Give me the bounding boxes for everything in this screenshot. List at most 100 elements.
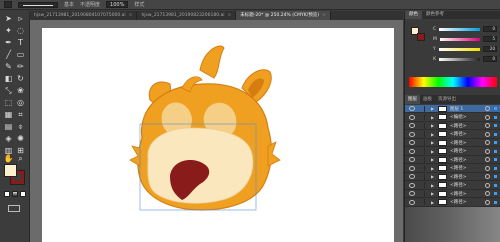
eye-icon[interactable] [409,140,415,145]
target-icon[interactable] [485,174,490,179]
free-transform-icon[interactable]: ⬚ [3,97,14,108]
target-icon[interactable] [485,191,490,196]
document-tab[interactable]: hjsw_21713981_20190804107075000.ai × [30,11,138,20]
target-icon[interactable] [485,148,490,154]
lock-toggle[interactable] [417,105,425,112]
layer-row[interactable]: ▶ <路径> [405,139,500,147]
color-spectrum-bar[interactable] [409,77,497,87]
hand-icon[interactable]: ✋ [3,153,14,163]
eye-icon[interactable] [409,174,415,179]
color-mode-icon[interactable] [4,191,10,197]
screen-mode-icon[interactable] [8,205,20,212]
warp-icon[interactable]: ❀ [15,85,26,96]
eye-icon[interactable] [409,199,415,205]
eye-icon[interactable] [409,114,415,120]
expand-triangle-icon[interactable]: ▶ [431,200,436,205]
expand-triangle-icon[interactable]: ▶ [431,174,436,179]
layer-row[interactable]: ▶ <路径> [405,148,500,156]
magic-wand-icon[interactable]: ✦ [3,25,14,36]
type-icon[interactable]: T [15,37,26,48]
close-icon[interactable]: × [322,13,326,18]
eye-icon[interactable] [409,165,415,171]
selection-indicator[interactable] [494,192,497,195]
layer-row[interactable]: ▶ <路径> [405,182,500,190]
expand-triangle-icon[interactable]: ▶ [431,106,436,111]
expand-triangle-icon[interactable]: ▶ [431,183,436,188]
squirrel-head-artwork[interactable] [42,28,394,242]
eyedropper-icon[interactable]: ⌽ [15,121,26,132]
direct-selection-icon[interactable]: ▹ [15,13,26,24]
m-value-field[interactable]: 5 [483,36,497,42]
eye-icon[interactable] [409,148,415,154]
rotate-icon[interactable]: ↻ [15,73,26,84]
close-icon[interactable]: × [228,13,232,18]
mesh-icon[interactable]: ⌗ [15,109,26,120]
eye-icon[interactable] [409,131,415,137]
lock-toggle[interactable] [417,190,425,197]
close-icon[interactable]: × [129,13,133,18]
style-field[interactable]: 样式 [134,1,144,8]
k-slider[interactable] [438,57,481,61]
lock-toggle[interactable] [417,131,425,137]
eye-icon[interactable] [409,191,415,196]
perspective-icon[interactable]: ▦ [3,109,14,120]
lock-toggle[interactable] [417,148,425,154]
opacity-field[interactable]: 100% [106,1,129,8]
zoom-icon[interactable]: ⌕ [15,153,26,163]
paintbrush-icon[interactable]: ✎ [3,61,14,72]
expand-triangle-icon[interactable]: ▶ [431,140,436,145]
target-icon[interactable] [485,106,490,111]
expand-triangle-icon[interactable]: ▶ [431,191,436,196]
layer-row[interactable]: ▶ <路径> [405,156,500,164]
blend-icon[interactable]: ◈ [3,133,14,144]
selection-indicator[interactable] [494,132,497,136]
layer-row[interactable]: ▶ <路径> [405,190,500,198]
c-value-field[interactable]: 0 [483,26,497,32]
layer-row[interactable]: ▶ <路径> [405,165,500,173]
expand-triangle-icon[interactable]: ▶ [431,149,436,154]
expand-triangle-icon[interactable]: ▶ [431,157,436,162]
tab-asset-export[interactable]: 资源导出 [435,95,459,104]
lock-toggle[interactable] [417,182,425,188]
m-slider[interactable] [439,37,481,41]
layer-row[interactable]: ▶ <路径> [405,131,500,139]
selection-indicator[interactable] [494,124,497,127]
lock-toggle[interactable] [417,122,425,129]
target-icon[interactable] [485,123,490,128]
fill-color-swatch[interactable] [4,164,17,177]
layer-row[interactable]: ▶ <编组> [405,114,500,122]
selection-indicator[interactable] [494,175,497,178]
gradient-mode-icon[interactable] [12,191,18,197]
artboard[interactable] [42,28,394,242]
expand-triangle-icon[interactable]: ▶ [431,123,436,128]
c-slider[interactable] [439,27,481,31]
k-value-field[interactable]: 0 [483,56,497,62]
tab-artboards[interactable]: 画板 [420,95,435,104]
target-icon[interactable] [485,140,490,145]
target-icon[interactable] [485,182,490,188]
expand-triangle-icon[interactable]: ▶ [431,115,436,120]
tab-color-guide[interactable]: 颜色参考 [422,11,448,19]
scale-icon[interactable]: ⤡ [3,85,14,96]
y-value-field[interactable]: 20 [483,46,497,52]
selection-indicator[interactable] [494,149,497,153]
lock-toggle[interactable] [417,173,425,180]
y-slider[interactable] [438,47,481,51]
target-icon[interactable] [485,157,490,162]
selection-indicator[interactable] [494,107,497,110]
pencil-icon[interactable]: ✏ [15,61,26,72]
rectangle-icon[interactable]: ▭ [15,49,26,60]
panel-stroke-swatch[interactable] [417,33,425,41]
selection-indicator[interactable] [494,141,497,144]
document-tab[interactable]: hjsw_21713981_20190823206180.ai × [137,11,237,20]
lasso-icon[interactable]: ◌ [15,25,26,36]
gradient-icon[interactable]: ▤ [3,121,14,132]
tab-layers[interactable]: 图层 [405,95,420,104]
expand-triangle-icon[interactable]: ▶ [431,132,436,137]
symbol-sprayer-icon[interactable]: ✺ [15,133,26,144]
target-icon[interactable] [485,131,490,137]
target-icon[interactable] [485,199,490,205]
eye-icon[interactable] [409,157,415,162]
target-icon[interactable] [485,165,490,171]
lock-toggle[interactable] [417,114,425,120]
